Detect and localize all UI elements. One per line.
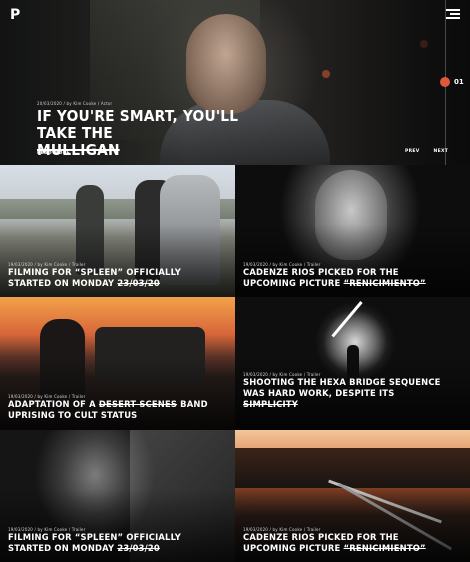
hero-meta: 20/03/2020 / by Kim Cooke / Actor [37, 101, 113, 106]
post-title-strike: 23/03/20 [117, 544, 160, 554]
post-card[interactable]: 19/03/2020 / by Kim Cooke / Trailer FILM… [0, 430, 235, 562]
read-more-link[interactable]: READ MORE [37, 151, 70, 156]
next-button[interactable]: NEXT [434, 149, 449, 154]
dot-icon [440, 77, 450, 87]
hero-title-strike: MULLIGAN [37, 141, 120, 159]
post-title[interactable]: SHOOTING THE HEXA BRIDGE SEQUENCE WAS HA… [243, 378, 443, 411]
post-title[interactable]: CADENZE RIOS PICKED FOR THE UPCOMING PIC… [243, 268, 443, 290]
post-card[interactable]: 19/03/2020 / by Kim Cooke / Trailer SHOO… [235, 297, 470, 430]
site-logo[interactable]: P [10, 7, 20, 23]
post-meta: 19/03/2020 / by Kim Cooke / Trailer [8, 527, 86, 532]
post-title-strike: SIMPLICITY [243, 400, 298, 410]
post-meta: 19/03/2020 / by Kim Cooke / Trailer [8, 394, 86, 399]
post-title[interactable]: CADENZE RIOS PICKED FOR THE UPCOMING PIC… [243, 533, 443, 555]
post-card[interactable]: 19/03/2020 / by Kim Cooke / Trailer CADE… [235, 430, 470, 562]
hero-title[interactable]: IF YOU'RE SMART, YOU'LL TAKE THE MULLIGA… [37, 108, 276, 159]
slide-counter[interactable]: 01 [440, 77, 464, 87]
post-title-strike: DESERT SCENES [98, 400, 178, 410]
post-card[interactable]: 19/03/2020 / by Kim Cooke / Trailer ADAP… [0, 297, 235, 430]
post-meta: 19/03/2020 / by Kim Cooke / Trailer [243, 372, 321, 377]
prev-button[interactable]: PREV [405, 149, 420, 154]
post-meta: 19/03/2020 / by Kim Cooke / Trailer [8, 262, 86, 267]
post-title-strike: “RENICIMIENTO” [343, 279, 426, 289]
post-title[interactable]: FILMING FOR “SPLEEN” OFFICIALLY STARTED … [8, 533, 208, 555]
post-title-text: SHOOTING THE HEXA BRIDGE SEQUENCE WAS HA… [243, 378, 441, 399]
slider-nav: PREV NEXT [405, 149, 448, 154]
post-title-strike: 23/03/20 [117, 279, 160, 289]
hamburger-menu-icon[interactable] [446, 9, 460, 19]
post-title-strike: “RENICIMIENTO” [343, 544, 426, 554]
post-meta: 19/03/2020 / by Kim Cooke / Trailer [243, 262, 321, 267]
post-card[interactable]: 19/03/2020 / by Kim Cooke / Trailer CADE… [235, 165, 470, 297]
post-card[interactable]: 19/03/2020 / by Kim Cooke / Trailer FILM… [0, 165, 235, 297]
hero-slider: P 01 20/03/2020 / by Kim Cooke / Actor I… [0, 0, 470, 165]
slide-number: 01 [454, 78, 464, 86]
post-title[interactable]: ADAPTATION OF A DESERT SCENES BAND UPRIS… [8, 400, 208, 422]
post-title[interactable]: FILMING FOR “SPLEEN” OFFICIALLY STARTED … [8, 268, 208, 290]
post-title-text: ADAPTATION OF A [8, 400, 99, 410]
hero-title-text: IF YOU'RE SMART, YOU'LL TAKE THE [37, 107, 239, 142]
post-meta: 19/03/2020 / by Kim Cooke / Trailer [243, 527, 321, 532]
